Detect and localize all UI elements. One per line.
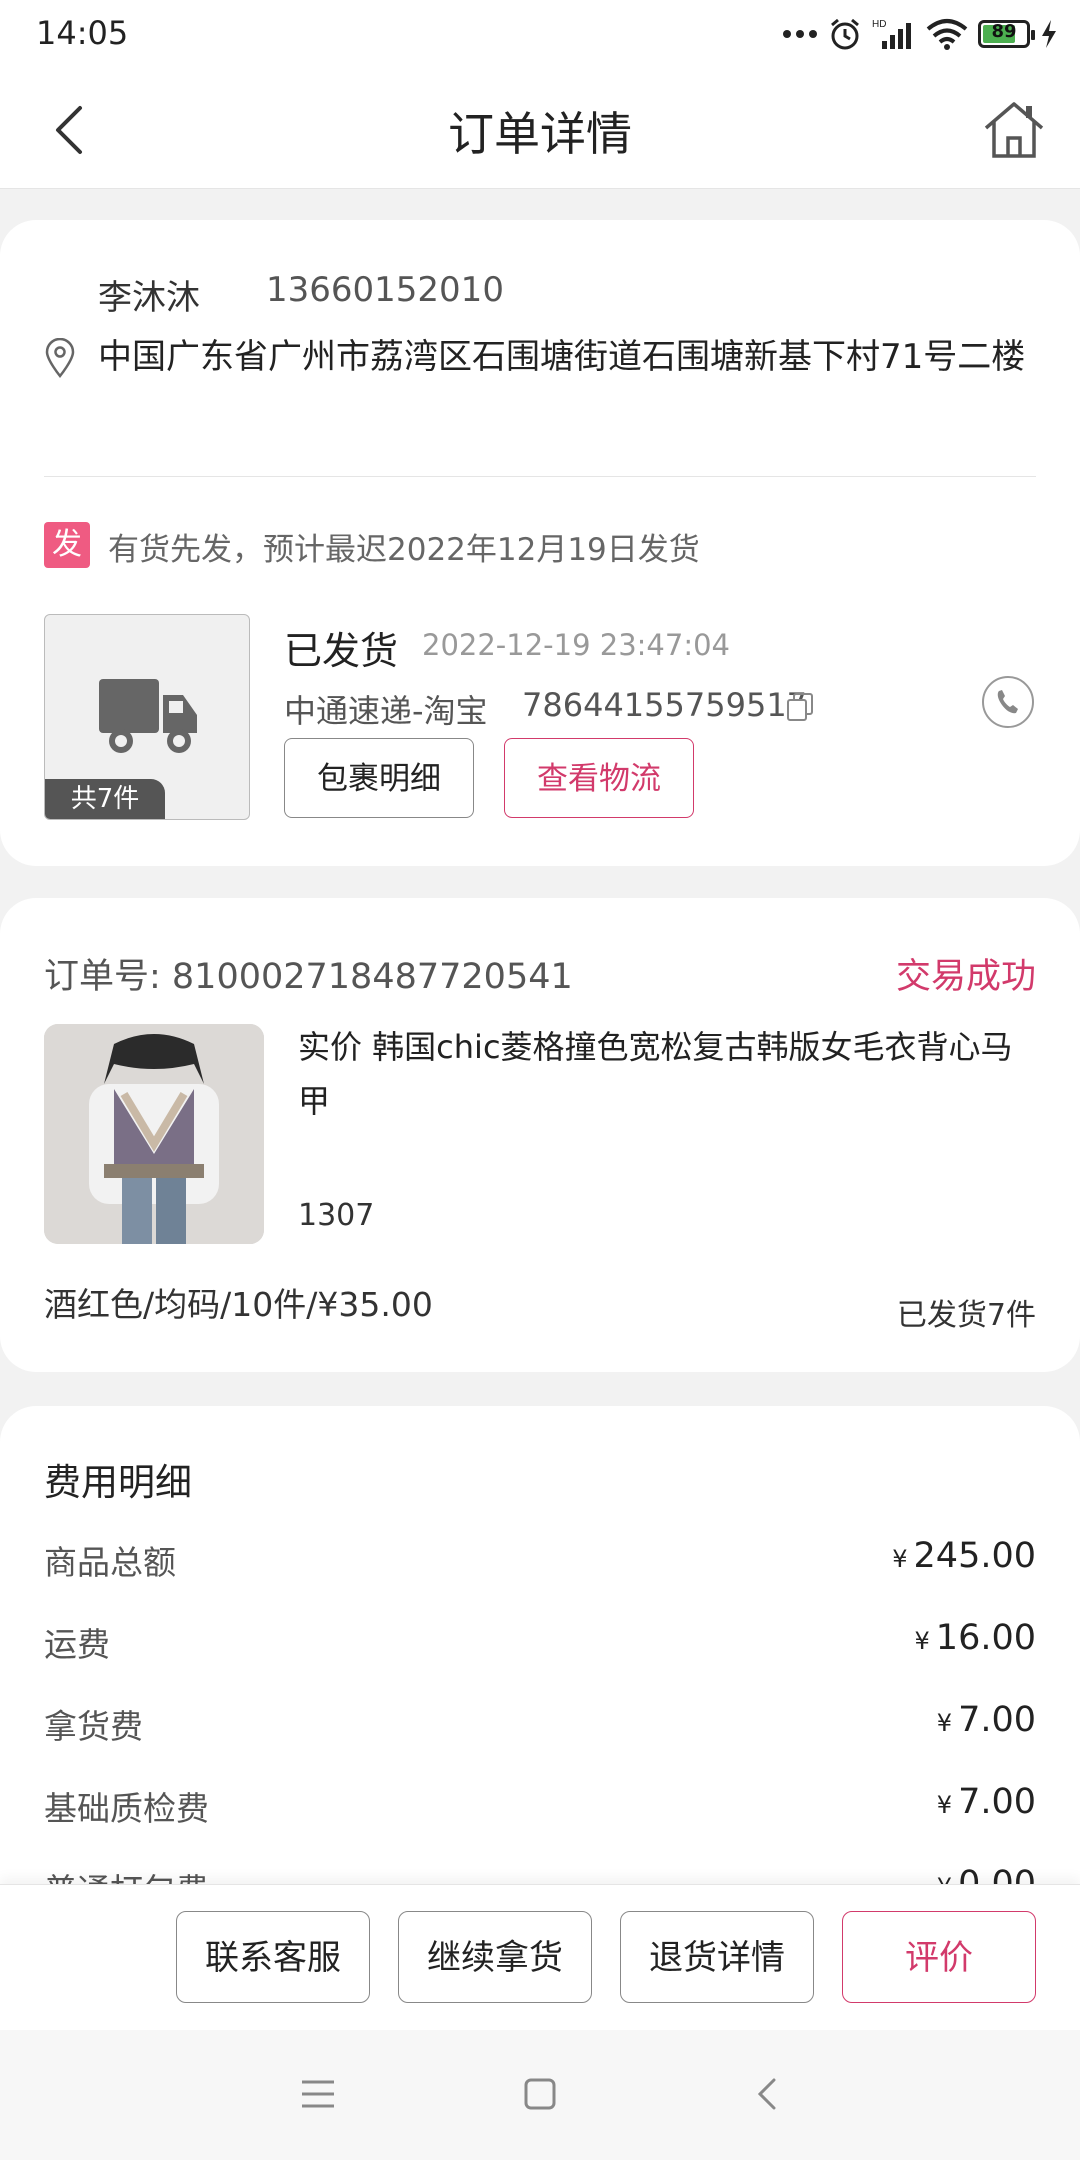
- copy-icon[interactable]: [784, 690, 816, 722]
- truck-icon: [99, 679, 197, 753]
- product-code: 1307: [298, 1198, 375, 1233]
- nav-back-icon[interactable]: [748, 2074, 788, 2114]
- view-logistics-button[interactable]: 查看物流: [504, 738, 694, 818]
- page-title: 订单详情: [448, 107, 632, 161]
- fee-label: 普通打包费: [44, 1864, 209, 1886]
- signal-icon: HD: [872, 19, 911, 49]
- fee-row: 商品总额 ¥245.00: [44, 1536, 1036, 1596]
- carrier-name: 中通速递-淘宝: [284, 692, 488, 730]
- ship-note: 有货先发，预计最迟2022年12月19日发货: [108, 532, 700, 568]
- fee-title: 费用明细: [44, 1461, 192, 1504]
- phone-icon: [997, 690, 1018, 714]
- shipment-status: 已发货: [284, 629, 399, 673]
- fee-value: ¥7.00: [936, 1782, 1036, 1822]
- product-photo: [44, 1024, 264, 1244]
- fee-label: 拿货费: [44, 1707, 143, 1746]
- fee-row: 普通打包费 ¥0.00: [44, 1864, 1036, 1886]
- home-square-icon[interactable]: [520, 2074, 560, 2114]
- battery-level: 89: [991, 21, 1017, 42]
- battery-icon: 89: [978, 20, 1035, 48]
- recipient-address: 中国广东省广州市荔湾区石围塘街道石围塘新基下村71号二楼: [98, 337, 1026, 377]
- fee-value: ¥245.00: [892, 1536, 1036, 1576]
- order-status: 交易成功: [895, 957, 1036, 997]
- call-courier-button[interactable]: [982, 676, 1034, 728]
- location-pin-icon: [45, 338, 75, 378]
- divider: [44, 476, 1036, 477]
- more-dots-icon: [783, 30, 817, 38]
- contact-service-button[interactable]: 联系客服: [176, 1911, 370, 2003]
- fee-row: 运费 ¥16.00: [44, 1618, 1036, 1678]
- fee-row: 基础质检费 ¥7.00: [44, 1782, 1036, 1842]
- nav-header: 订单详情: [0, 72, 1080, 189]
- svg-text:HD: HD: [872, 19, 886, 30]
- order-card: 订单号: 810002718487720541 交易成功 实价 韩国chic菱格…: [0, 898, 1080, 1372]
- fee-label: 基础质检费: [44, 1789, 209, 1828]
- address-shipment-card: 李沐沐 13660152010 中国广东省广州市荔湾区石围塘街道石围塘新基下村7…: [0, 220, 1080, 866]
- product-image[interactable]: [44, 1024, 264, 1244]
- fee-label: 商品总额: [44, 1543, 176, 1582]
- bottom-action-bar: 联系客服 继续拿货 退货详情 评价: [0, 1884, 1080, 2031]
- order-number: 订单号: 810002718487720541: [44, 957, 573, 997]
- continue-purchase-button[interactable]: 继续拿货: [398, 1911, 592, 2003]
- alarm-icon: [831, 18, 859, 50]
- status-icons: HD 89: [782, 12, 1058, 56]
- review-button[interactable]: 评价: [842, 1911, 1036, 2003]
- tracking-number: 78644155759517: [522, 686, 808, 724]
- package-thumbnail[interactable]: 共7件: [44, 614, 250, 820]
- recipient-phone: 13660152010: [266, 270, 504, 310]
- wifi-icon: [926, 19, 968, 50]
- system-nav-bar: [0, 2030, 1080, 2160]
- charging-icon: [1042, 20, 1056, 48]
- package-detail-button[interactable]: 包裹明细: [284, 738, 474, 818]
- product-shipped-qty: 已发货7件: [896, 1298, 1036, 1333]
- fee-card: 费用明细 商品总额 ¥245.00 运费 ¥16.00 拿货费 ¥7.00 基础…: [0, 1406, 1080, 1886]
- fee-value: ¥16.00: [914, 1618, 1036, 1658]
- return-details-button[interactable]: 退货详情: [620, 1911, 814, 2003]
- fee-row: 拿货费 ¥7.00: [44, 1700, 1036, 1760]
- recipient-name: 李沐沐: [98, 278, 200, 318]
- product-title[interactable]: 实价 韩国chic菱格撞色宽松复古韩版女毛衣背心马甲: [298, 1020, 1038, 1128]
- product-spec: 酒红色/均码/10件/¥35.00: [44, 1285, 433, 1324]
- ship-badge: 发: [44, 522, 90, 568]
- package-count: 共7件: [45, 779, 165, 819]
- home-icon[interactable]: [980, 96, 1048, 164]
- shipment-time: 2022-12-19 23:47:04: [422, 628, 730, 662]
- fee-value: ¥7.00: [936, 1700, 1036, 1740]
- fee-label: 运费: [44, 1625, 110, 1664]
- fee-value: ¥0.00: [937, 1864, 1036, 1886]
- status-bar: 14:05 HD 89: [0, 0, 1080, 72]
- menu-icon[interactable]: [298, 2074, 338, 2114]
- status-time: 14:05: [36, 14, 129, 52]
